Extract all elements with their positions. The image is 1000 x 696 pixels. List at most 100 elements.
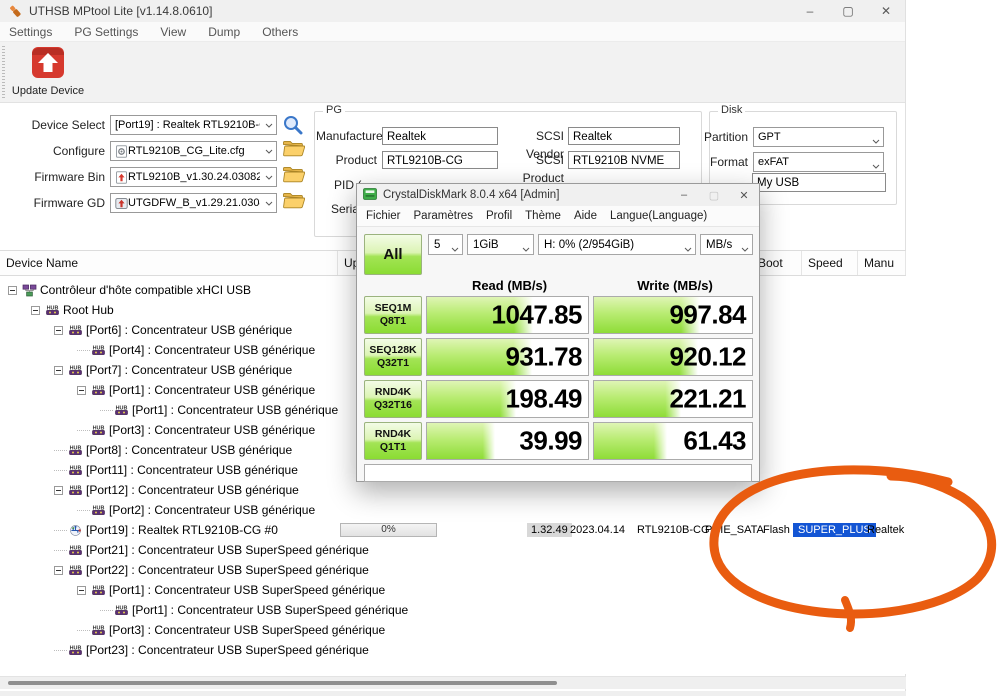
- search-icon[interactable]: [282, 114, 304, 136]
- cdm-write-result-cell: 997.84: [593, 296, 753, 334]
- configure-select[interactable]: RTL9210B_CG_Lite.cfg: [110, 141, 277, 161]
- pg-field-input-1[interactable]: Realtek: [568, 127, 680, 145]
- tree-item-label: [Port12] : Concentrateur USB générique: [86, 483, 299, 497]
- collapse-expander-icon[interactable]: [77, 586, 86, 595]
- collapse-expander-icon[interactable]: [31, 306, 40, 315]
- cdm-drive-select[interactable]: H: 0% (2/954GiB): [538, 234, 696, 255]
- format-label: Format: [700, 152, 748, 172]
- chevron-down-icon: [872, 160, 880, 172]
- hub-icon: HUB: [67, 464, 83, 476]
- column-header-manu[interactable]: Manu: [858, 251, 906, 275]
- close-button[interactable]: ✕: [867, 0, 905, 22]
- cdm-menu-item-5[interactable]: Langue(Language): [610, 210, 707, 222]
- collapse-expander-icon[interactable]: [54, 366, 63, 375]
- collapse-expander-icon[interactable]: [54, 566, 63, 575]
- cdm-test-count-select[interactable]: 5: [428, 234, 463, 255]
- cdm-unit-select[interactable]: MB/s: [700, 234, 753, 255]
- minimize-button[interactable]: –: [791, 0, 829, 22]
- firmware-bin-select[interactable]: RTL9210B_v1.30.24.030822.bin: [110, 167, 277, 187]
- chip-value: RTL9210B-CG: [637, 524, 710, 536]
- column-header-speed[interactable]: Speed: [802, 251, 858, 275]
- hub-icon: HUB: [113, 604, 129, 616]
- menu-item-pg-settings[interactable]: PG Settings: [74, 25, 138, 39]
- scrollbar-thumb[interactable]: [8, 681, 557, 685]
- flash-progress-bar[interactable]: 0%: [340, 523, 437, 537]
- firmware-gd-select[interactable]: UTGDFW_B_v1.29.21.030422.bin: [110, 193, 277, 213]
- hub-icon: HUB: [44, 304, 60, 316]
- crystaldiskmark-window: CrystalDiskMark 8.0.4 x64 [Admin] – ▢ ✕ …: [356, 183, 760, 482]
- statusbar: [0, 691, 906, 696]
- cdm-comment-field[interactable]: [364, 464, 752, 482]
- tree-row[interactable]: HUB[Port1] : Concentrateur USB SuperSpee…: [0, 600, 906, 620]
- tree-row[interactable]: HUB[Port21] : Concentrateur USB SuperSpe…: [0, 540, 906, 560]
- pg-field-label-3: SCSI Product: [500, 151, 564, 187]
- cdm-test-button-rnd4k-q32t16[interactable]: RND4KQ32T16: [364, 380, 422, 418]
- hub-icon: HUB: [67, 564, 83, 576]
- maximize-button[interactable]: ▢: [829, 0, 867, 22]
- pg-group-title: PG: [323, 104, 345, 116]
- update-device-button[interactable]: Update Device: [10, 44, 86, 101]
- controller-icon: [21, 284, 37, 297]
- cdm-menu-item-1[interactable]: Paramètres: [414, 210, 473, 222]
- tree-row[interactable]: HUB[Port23] : Concentrateur USB SuperSpe…: [0, 640, 906, 660]
- menu-item-others[interactable]: Others: [262, 25, 298, 39]
- read-value: 1047.85: [492, 300, 582, 331]
- result-bar-fill: [594, 381, 681, 417]
- tree-item-label: [Port3] : Concentrateur USB générique: [109, 423, 315, 437]
- partition-select[interactable]: GPT: [753, 127, 884, 147]
- cdm-menu-item-3[interactable]: Thème: [525, 210, 561, 222]
- chevron-down-icon: [451, 243, 459, 255]
- collapse-expander-icon[interactable]: [77, 386, 86, 395]
- menu-item-view[interactable]: View: [160, 25, 186, 39]
- tree-row[interactable]: HUB[Port12] : Concentrateur USB génériqu…: [0, 480, 906, 500]
- cdm-test-size-select[interactable]: 1GiB: [467, 234, 534, 255]
- device-select-select[interactable]: [Port19] : Realtek RTL9210B-CG #0: [110, 115, 277, 135]
- cdm-menu-item-4[interactable]: Aide: [574, 210, 597, 222]
- collapse-expander-icon[interactable]: [8, 286, 17, 295]
- manu-value: Realtek: [867, 524, 904, 536]
- browse-folder-icon[interactable]: [282, 192, 305, 209]
- cdm-read-result-cell: 198.49: [426, 380, 589, 418]
- pg-field-input-3[interactable]: RTL9210B NVME: [568, 151, 680, 169]
- hub-icon: HUB: [67, 644, 83, 656]
- pg-field-input-2[interactable]: RTL9210B-CG: [382, 151, 498, 169]
- tree-row[interactable]: HUB[Port22] : Concentrateur USB SuperSpe…: [0, 560, 906, 580]
- collapse-expander-icon[interactable]: [54, 326, 63, 335]
- tree-item-label: [Port1] : Concentrateur USB SuperSpeed g…: [109, 583, 385, 597]
- cdm-read-result-cell: 931.78: [426, 338, 589, 376]
- tree-item-label: [Port21] : Concentrateur USB SuperSpeed …: [86, 543, 369, 557]
- menu-item-settings[interactable]: Settings: [9, 25, 52, 39]
- collapse-expander-icon[interactable]: [54, 486, 63, 495]
- firmware-bin-label: Firmware Bin: [0, 167, 105, 187]
- column-header-device-name[interactable]: Device Name: [0, 251, 338, 275]
- cdm-test-button-seq1m-q8t1[interactable]: SEQ1MQ8T1: [364, 296, 422, 334]
- horizontal-scrollbar[interactable]: [0, 676, 906, 689]
- browse-folder-icon[interactable]: [282, 166, 305, 183]
- hub-icon: HUB: [67, 324, 83, 336]
- cdm-menu-item-2[interactable]: Profil: [486, 210, 512, 222]
- gd-file-icon: [115, 197, 128, 210]
- tree-row[interactable]: [Port19] : Realtek RTL9210B-CG #00%1.32.…: [0, 520, 906, 540]
- tree-connector-line: [77, 430, 90, 431]
- hub-icon: HUB: [113, 404, 129, 416]
- tree-item-label: [Port8] : Concentrateur USB générique: [86, 443, 292, 457]
- tree-connector-line: [54, 530, 67, 531]
- cdm-menu-item-0[interactable]: Fichier: [366, 210, 401, 222]
- browse-folder-icon[interactable]: [282, 140, 305, 157]
- cdm-menubar: Fichier Paramètres Profil Thème Aide Langue(L…: [357, 206, 759, 227]
- tree-row[interactable]: HUB[Port1] : Concentrateur USB SuperSpee…: [0, 580, 906, 600]
- format-select[interactable]: exFAT: [753, 152, 884, 172]
- cdm-test-button-rnd4k-q1t1[interactable]: RND4KQ1T1: [364, 422, 422, 460]
- cdm-minimize-button[interactable]: –: [669, 184, 699, 206]
- menu-item-dump[interactable]: Dump: [208, 25, 240, 39]
- tree-row[interactable]: HUB[Port3] : Concentrateur USB SuperSpee…: [0, 620, 906, 640]
- chevron-down-icon: [265, 123, 273, 128]
- tree-connector-line: [77, 510, 90, 511]
- cdm-test-button-seq128k-q32t1[interactable]: SEQ128KQ32T1: [364, 338, 422, 376]
- volume-label-field[interactable]: My USB: [752, 173, 886, 192]
- cdm-close-button[interactable]: ✕: [729, 184, 759, 206]
- cdm-all-button[interactable]: All: [364, 234, 422, 275]
- toolbar-grip[interactable]: [2, 46, 5, 98]
- pg-field-input-0[interactable]: Realtek: [382, 127, 498, 145]
- tree-row[interactable]: HUB[Port2] : Concentrateur USB générique: [0, 500, 906, 520]
